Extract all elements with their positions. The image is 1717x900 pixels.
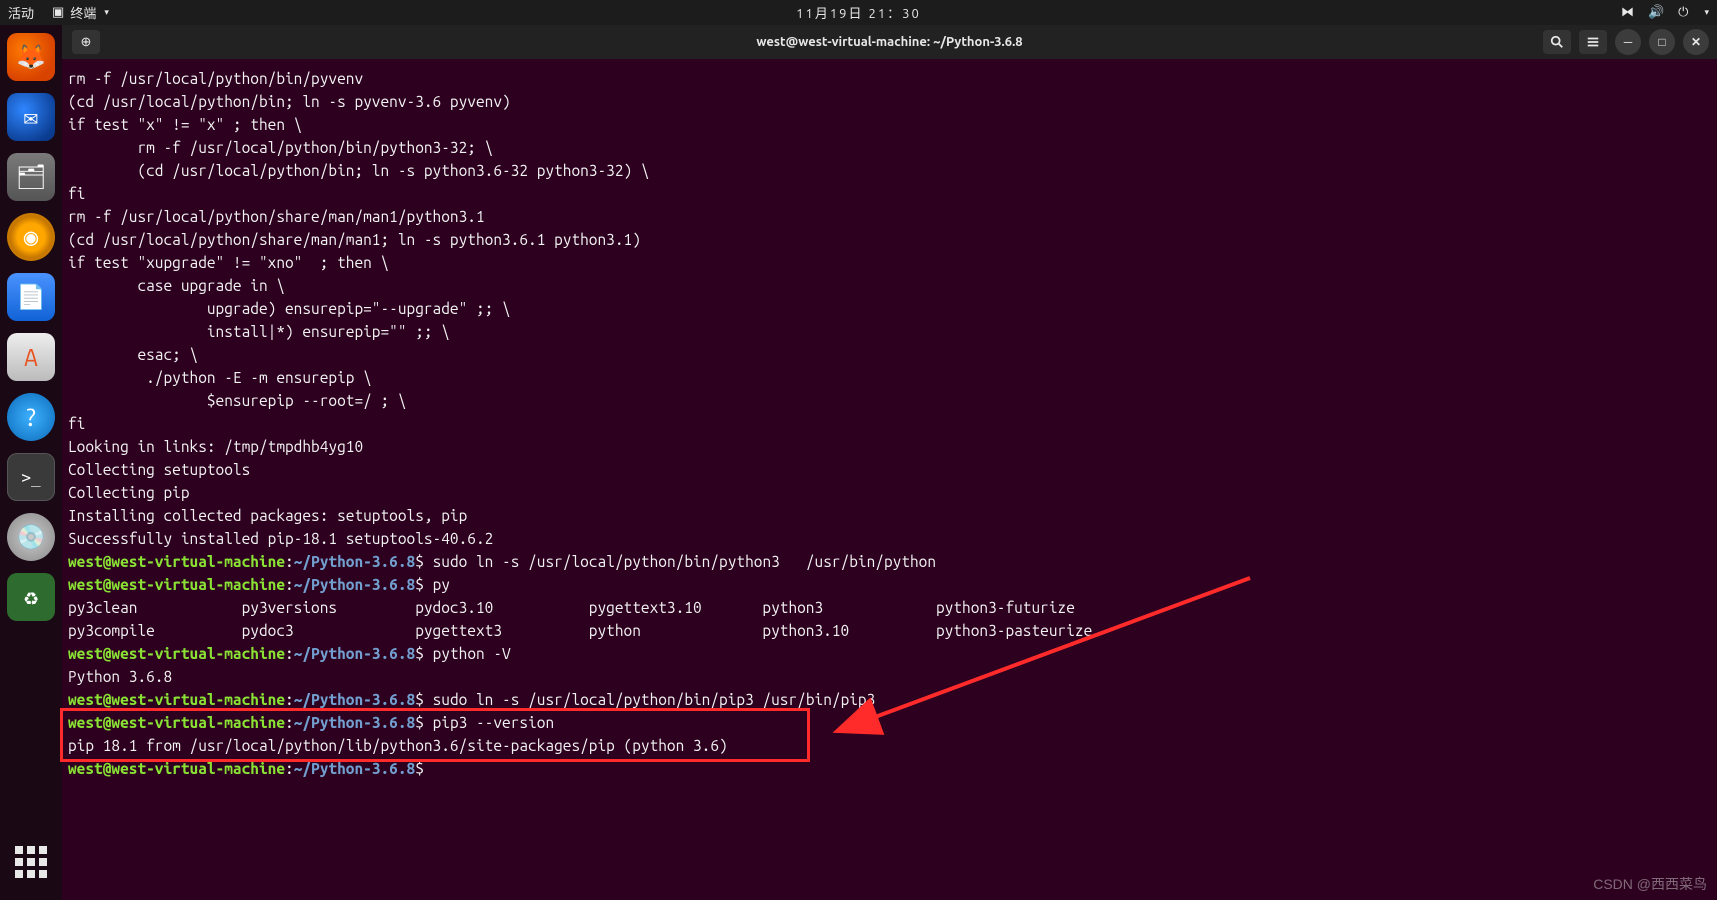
terminal-output: pip 18.1 from /usr/local/python/lib/pyth… [68,737,728,754]
prompt-sep: : [285,576,294,593]
prompt-path: ~/Python-3.6.8 [294,760,416,777]
terminal-line: if test "x" != "x" ; then \ [68,116,302,133]
terminal-viewport[interactable]: rm -f /usr/local/python/bin/pyvenv (cd /… [62,59,1717,900]
terminal-line: esac; \ [68,346,198,363]
terminal-line: (cd /usr/local/python/share/man/man1; ln… [68,231,641,248]
search-button[interactable] [1543,30,1571,54]
terminal-line: (cd /usr/local/python/bin; ln -s python3… [68,162,650,179]
terminal-line: Collecting pip [68,484,190,501]
prompt-user: west@west-virtual-machine [68,553,285,570]
prompt-symbol: $ [415,691,424,708]
firefox-launcher[interactable]: 🦊 [7,33,55,81]
minimize-button[interactable]: ─ [1615,29,1641,55]
window-title: west@west-virtual-machine: ~/Python-3.6.… [756,35,1022,49]
prompt-sep: : [285,760,294,777]
terminal-line: fi [68,185,85,202]
prompt-sep: : [285,691,294,708]
help-launcher[interactable]: ? [7,393,55,441]
terminal-line: Looking in links: /tmp/tmpdhb4yg10 [68,438,363,455]
terminal-line: if test "xupgrade" != "xno" ; then \ [68,254,389,271]
terminal-line: case upgrade in \ [68,277,285,294]
command-input: py [424,576,450,593]
terminal-line: install|*) ensurepip="" ;; \ [68,323,450,340]
prompt-sep: : [285,714,294,731]
apps-grid-icon [15,846,47,878]
terminal-line: upgrade) ensurepip="--upgrade" ;; \ [68,300,511,317]
terminal-line: rm -f /usr/local/python/bin/pyvenv [68,70,363,87]
terminal-output: py3clean py3versions pydoc3.10 pygettext… [68,599,1092,639]
ubuntu-software-launcher[interactable]: A [7,333,55,381]
prompt-path: ~/Python-3.6.8 [294,691,416,708]
command-input: pip3 --version [424,714,554,731]
thunderbird-launcher[interactable]: ✉ [7,93,55,141]
active-app-label: 终端 [70,3,96,22]
libreoffice-writer-launcher[interactable]: 📄 [7,273,55,321]
maximize-button[interactable]: □ [1649,29,1675,55]
prompt-user: west@west-virtual-machine [68,576,285,593]
disc-launcher[interactable]: 💿 [7,513,55,561]
prompt-symbol: $ [415,645,424,662]
terminal-line: rm -f /usr/local/python/share/man/man1/p… [68,208,485,225]
launcher-dock: 🦊 ✉ 🗂 ◉ 📄 A ? >_ 💿 ♻ [0,25,62,900]
files-launcher[interactable]: 🗂 [7,153,55,201]
prompt-user: west@west-virtual-machine [68,714,285,731]
terminal-line: Successfully installed pip-18.1 setuptoo… [68,530,493,547]
prompt-path: ~/Python-3.6.8 [294,714,416,731]
command-input: sudo ln -s /usr/local/python/bin/pip3 /u… [424,691,875,708]
search-icon [1550,35,1564,49]
prompt-symbol: $ [415,553,424,570]
prompt-symbol: $ [415,714,424,731]
prompt-path: ~/Python-3.6.8 [294,576,416,593]
clock[interactable]: 11月19日 21：30 [796,3,921,22]
terminal-line: (cd /usr/local/python/bin; ln -s pyvenv-… [68,93,511,110]
network-icon[interactable]: ⧓ [1621,5,1634,20]
prompt-user: west@west-virtual-machine [68,691,285,708]
chevron-down-icon: ▾ [1704,7,1709,18]
terminal-line: Collecting setuptools [68,461,250,478]
prompt-user: west@west-virtual-machine [68,760,285,777]
prompt-symbol: $ [415,760,424,777]
terminal-small-icon: ▣ [52,5,64,20]
gnome-top-panel: 活动 ▣ 终端 ▾ 11月19日 21：30 ⧓ 🔊 ⏻ ▾ [0,0,1717,25]
close-button[interactable]: ✕ [1683,29,1709,55]
volume-icon[interactable]: 🔊 [1648,5,1664,20]
activities-button[interactable]: 活动 [8,3,34,22]
prompt-symbol: $ [415,576,424,593]
terminal-output: Python 3.6.8 [68,668,172,685]
command-input: sudo ln -s /usr/local/python/bin/python3… [424,553,936,570]
terminal-line: fi [68,415,85,432]
hamburger-icon [1586,35,1600,49]
prompt-sep: : [285,645,294,662]
terminal-headerbar: ⊕ west@west-virtual-machine: ~/Python-3.… [62,25,1717,59]
power-icon[interactable]: ⏻ [1678,5,1688,20]
prompt-sep: : [285,553,294,570]
prompt-path: ~/Python-3.6.8 [294,553,416,570]
show-apps-button[interactable] [7,838,55,886]
watermark: CSDN @西西菜鸟 [1593,874,1707,894]
new-tab-button[interactable]: ⊕ [72,30,100,54]
prompt-path: ~/Python-3.6.8 [294,645,416,662]
command-input: python -V [424,645,511,662]
terminal-line: $ensurepip --root=/ ; \ [68,392,407,409]
rhythmbox-launcher[interactable]: ◉ [7,213,55,261]
terminal-line: ./python -E -m ensurepip \ [68,369,372,386]
terminal-launcher[interactable]: >_ [7,453,55,501]
terminal-line: rm -f /usr/local/python/bin/python3-32; … [68,139,493,156]
active-app-menu[interactable]: ▣ 终端 ▾ [52,3,109,22]
chevron-down-icon: ▾ [104,7,109,18]
terminal-line: Installing collected packages: setuptool… [68,507,467,524]
menu-button[interactable] [1579,30,1607,54]
prompt-user: west@west-virtual-machine [68,645,285,662]
trash-launcher[interactable]: ♻ [7,573,55,621]
